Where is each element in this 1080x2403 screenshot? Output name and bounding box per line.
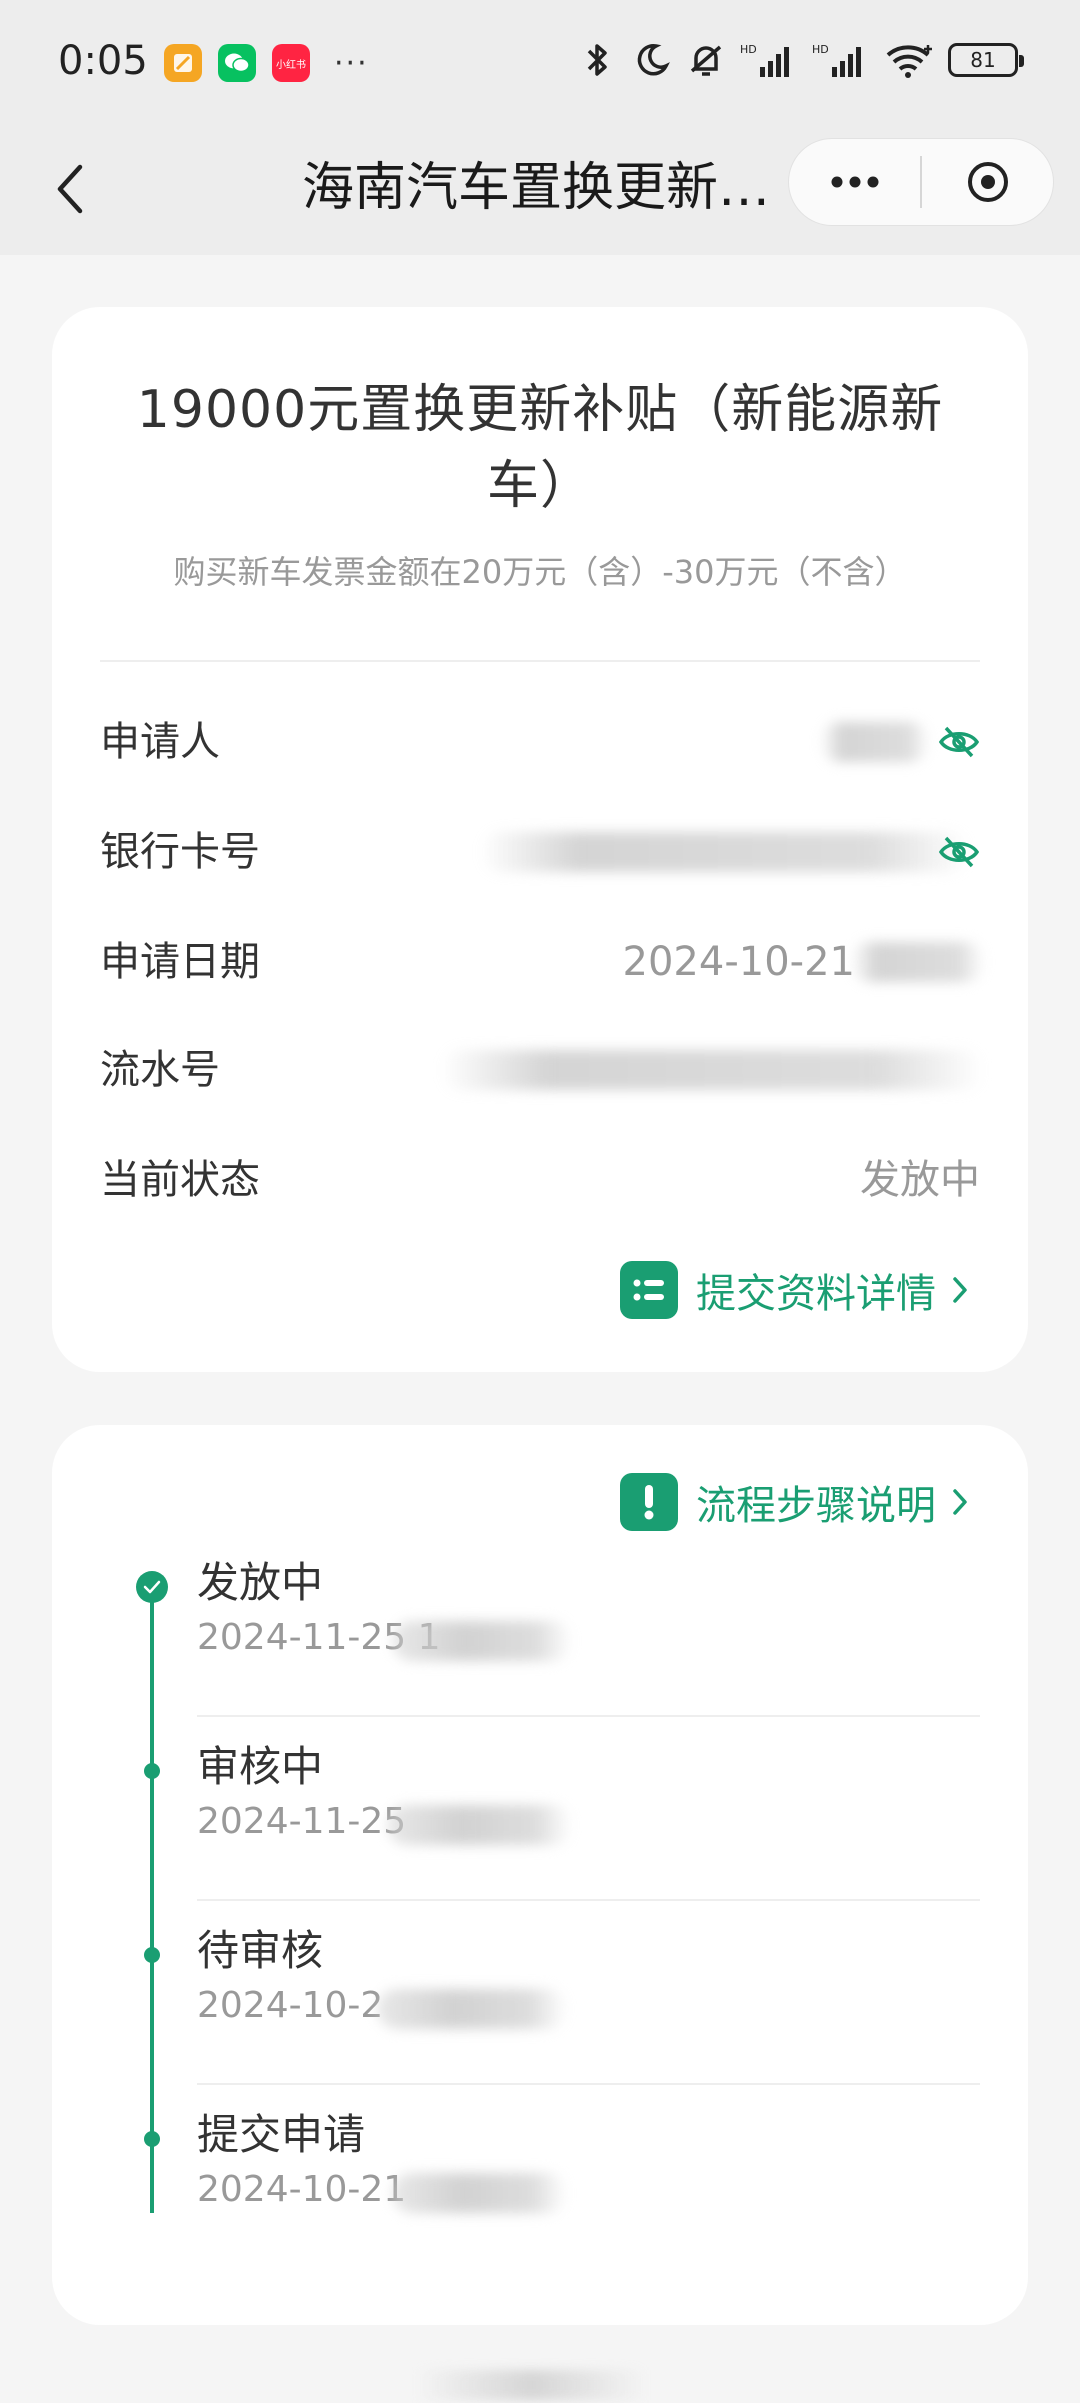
redacted-footer <box>415 2370 645 2400</box>
divider <box>197 2083 980 2085</box>
timeline-dot <box>144 1763 160 1779</box>
svg-text:HD: HD <box>812 43 829 56</box>
details-link-label: 提交资料详情 <box>696 1271 936 1317</box>
redacted-serial-number <box>440 1050 985 1090</box>
subsidy-info-card: 19000元置换更新补贴（新能源新车） 购买新车发票金额在20万元（含）-30万… <box>52 307 1028 1372</box>
subsidy-subtitle: 购买新车发票金额在20万元（含）-30万元（不含） <box>173 553 907 591</box>
nav-bar: 海南汽车置换更新补贴申请 <box>0 130 1080 255</box>
battery-icon: 81 <box>948 43 1024 77</box>
info-row-bank-card: 银行卡号 <box>100 822 980 882</box>
miniprogram-capsule <box>788 138 1054 226</box>
step-date-wrap: 2024-10-21 <box>197 2163 980 2217</box>
progress-timeline-card: 流程步骤说明 发放中 2024-11-25 1 审核中 2024-11-25 待… <box>52 1425 1028 2325</box>
current-status-value: 发放中 <box>860 1157 980 1203</box>
step-date-wrap: 2024-11-25 <box>197 1795 980 1849</box>
step-title: 提交申请 <box>197 2110 366 2159</box>
info-row-applicant: 申请人 <box>100 712 980 772</box>
step-title: 审核中 <box>197 1742 324 1791</box>
redacted-time <box>392 2173 567 2213</box>
close-miniprogram-button[interactable] <box>922 139 1053 225</box>
wifi-icon <box>884 40 934 80</box>
timeline-dot <box>144 1947 160 1963</box>
redacted-time <box>377 1989 567 2029</box>
back-button[interactable] <box>40 154 100 224</box>
redacted-date-time <box>850 942 985 982</box>
timeline-dot <box>144 2131 160 2147</box>
eye-hidden-icon[interactable] <box>938 724 980 760</box>
status-time: 0:05 <box>58 38 148 84</box>
close-circle-icon <box>967 162 1008 202</box>
divider <box>197 1899 980 1901</box>
more-dots-icon <box>831 176 878 188</box>
mute-bell-icon <box>686 40 726 80</box>
hd-signal-icon-2: HD <box>812 40 870 80</box>
notes-app-icon <box>164 44 202 82</box>
info-label: 当前状态 <box>100 1157 260 1203</box>
step-title: 发放中 <box>197 1558 324 1607</box>
step-date: 2024-10-21 <box>197 2169 407 2210</box>
info-label: 申请人 <box>100 719 220 765</box>
process-steps-link[interactable]: 流程步骤说明 <box>620 1472 968 1532</box>
timeline-step-disbursing: 发放中 2024-11-25 1 <box>197 1555 980 1665</box>
bluetooth-icon <box>578 40 618 80</box>
exclamation-icon <box>620 1473 678 1531</box>
chevron-right-icon <box>953 1277 967 1303</box>
chevron-left-icon <box>57 164 83 214</box>
submitted-details-link[interactable]: 提交资料详情 <box>620 1260 968 1320</box>
check-icon <box>136 1571 168 1603</box>
info-row-current-status: 当前状态 发放中 <box>100 1150 980 1210</box>
page-title: 海南汽车置换更新补贴申请 <box>302 158 782 218</box>
hd-signal-icon-1: HD <box>740 40 798 80</box>
step-date: 2024-11-25 <box>197 1801 407 1842</box>
redacted-time <box>387 1805 572 1845</box>
info-label: 申请日期 <box>100 939 260 985</box>
info-label: 流水号 <box>100 1047 220 1093</box>
wechat-app-icon <box>218 44 256 82</box>
rednote-app-icon: 小红书 <box>272 44 310 82</box>
timeline-step-reviewing: 审核中 2024-11-25 <box>197 1739 980 1849</box>
info-row-application-date: 申请日期 2024-10-21 <box>100 932 985 992</box>
step-title: 待审核 <box>197 1926 324 1975</box>
step-date: 2024-10-2 <box>197 1985 384 2026</box>
divider <box>197 1715 980 1717</box>
redacted-applicant <box>820 722 930 762</box>
svg-text:HD: HD <box>740 43 757 56</box>
list-icon <box>620 1261 678 1319</box>
eye-hidden-icon[interactable] <box>938 834 980 870</box>
steps-link-label: 流程步骤说明 <box>696 1483 936 1529</box>
more-notifications-icon: ··· <box>334 45 369 81</box>
timeline-line <box>150 1585 154 2213</box>
info-label: 银行卡号 <box>100 829 260 875</box>
subsidy-title: 19000元置换更新补贴（新能源新车） <box>136 380 944 516</box>
status-bar: 0:05 小红书 ··· HD HD 81 <box>0 0 1080 130</box>
status-notifications: 小红书 ··· <box>164 44 369 82</box>
chevron-right-icon <box>953 1489 967 1515</box>
divider <box>100 660 980 662</box>
step-date-wrap: 2024-10-2 <box>197 1979 980 2033</box>
redacted-bank-card <box>480 832 970 872</box>
step-date-wrap: 2024-11-25 1 <box>197 1611 980 1665</box>
timeline-step-pending-review: 待审核 2024-10-2 <box>197 1923 980 2033</box>
timeline-step-submitted: 提交申请 2024-10-21 <box>197 2107 980 2217</box>
do-not-disturb-moon-icon <box>632 40 672 80</box>
more-options-button[interactable] <box>789 139 920 225</box>
status-icons: HD HD 81 <box>578 40 1024 80</box>
info-row-serial-number: 流水号 <box>100 1040 985 1100</box>
redacted-time <box>392 1621 572 1661</box>
application-date-value: 2024-10-21 <box>622 939 855 985</box>
